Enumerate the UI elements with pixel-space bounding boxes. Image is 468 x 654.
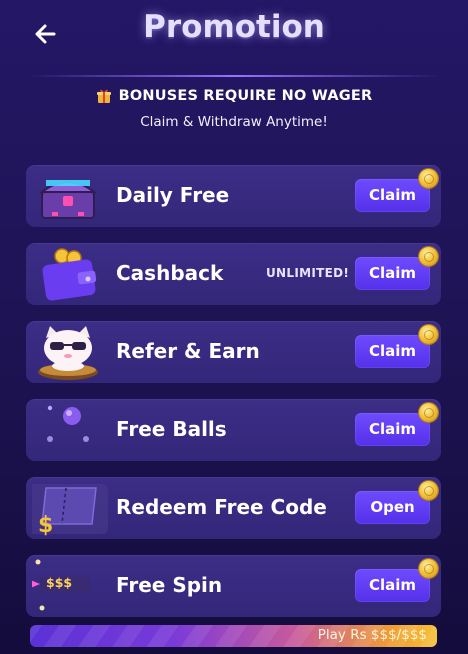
claim-button[interactable]: Claim xyxy=(355,559,438,602)
coin-icon xyxy=(419,559,438,578)
claim-button[interactable]: Claim xyxy=(355,325,438,368)
claim-button-label: Claim xyxy=(368,576,417,594)
claim-button-label: Claim xyxy=(368,420,417,438)
promo-card-free-balls[interactable]: Free Balls Claim xyxy=(26,399,441,461)
promo-card-redeem-code[interactable]: $ Redeem Free Code Open xyxy=(26,477,441,539)
claim-button[interactable]: Claim xyxy=(355,169,438,212)
lucky-cat-icon xyxy=(38,326,98,380)
notice-subtext: Claim & Withdraw Anytime! xyxy=(140,114,328,130)
notice-banner: BONUSES REQUIRE NO WAGER Claim & Withdra… xyxy=(0,88,468,130)
promo-card-daily-free[interactable]: Daily Free Claim xyxy=(26,165,441,227)
promo-card-free-spin[interactable]: $$$ Free Spin Claim Play Rs $$$/$$$ xyxy=(26,555,441,647)
svg-text:$: $ xyxy=(38,513,53,536)
progress-text: Play Rs $$$/$$$ xyxy=(317,627,427,643)
claim-button[interactable]: Claim xyxy=(355,403,438,446)
claim-button-label: Claim xyxy=(368,264,417,282)
spin-progress-bar: Play Rs $$$/$$$ xyxy=(30,625,437,647)
claim-button-label: Claim xyxy=(368,342,417,360)
coin-icon xyxy=(419,325,438,344)
claim-button[interactable]: Claim xyxy=(355,247,438,290)
promo-name: Daily Free xyxy=(116,183,230,207)
promo-name: Free Spin xyxy=(116,573,223,597)
notice-line1: BONUSES REQUIRE NO WAGER xyxy=(96,88,373,104)
open-button-label: Open xyxy=(370,498,415,516)
balls-icon xyxy=(47,405,89,442)
coin-icon xyxy=(419,247,438,266)
header-divider xyxy=(28,75,440,77)
spin-tag: $$$ xyxy=(46,575,73,590)
ticket-icon: $ xyxy=(32,484,108,536)
promo-card-refer-earn[interactable]: Refer & Earn Claim xyxy=(26,321,441,383)
coin-icon xyxy=(419,169,438,188)
wallet-coins-icon xyxy=(42,248,97,301)
open-button[interactable]: Open xyxy=(355,481,438,524)
coin-icon xyxy=(419,403,438,422)
promo-card-cashback[interactable]: Cashback UNLIMITED! Claim xyxy=(26,243,441,305)
page-title: Promotion xyxy=(143,9,325,45)
header: Promotion xyxy=(0,0,468,68)
coin-icon xyxy=(419,481,438,500)
promo-name: Redeem Free Code xyxy=(116,495,327,519)
gift-icon xyxy=(96,89,111,103)
treasure-chest-icon xyxy=(39,180,97,219)
promo-name: Cashback xyxy=(116,261,224,285)
unlimited-badge: UNLIMITED! xyxy=(266,266,350,280)
promo-name: Free Balls xyxy=(116,417,227,441)
notice-text: BONUSES REQUIRE NO WAGER xyxy=(118,88,373,104)
promo-name: Refer & Earn xyxy=(116,339,260,363)
claim-button-label: Claim xyxy=(368,186,417,204)
